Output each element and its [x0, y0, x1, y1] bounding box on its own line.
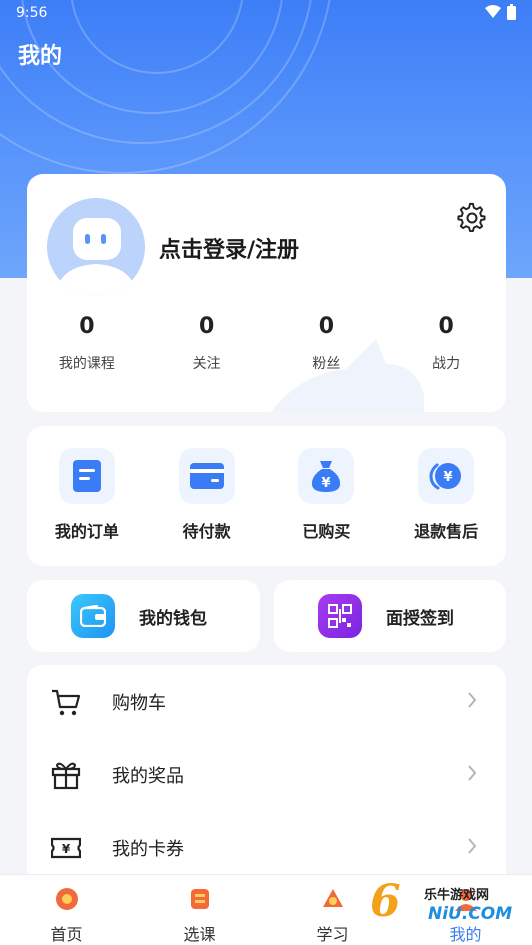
- watermark-domain: NiU.COM: [428, 904, 513, 924]
- stat-value: 0: [198, 314, 215, 339]
- my-orders-button[interactable]: 我的订单: [27, 448, 147, 542]
- coupon-icon: ¥: [51, 837, 81, 859]
- stat-courses[interactable]: 0 我的课程: [27, 314, 147, 373]
- pending-payment-button[interactable]: 待付款: [147, 448, 267, 542]
- svg-text:¥: ¥: [62, 842, 71, 856]
- stat-value: 0: [438, 314, 454, 339]
- profile-card: 点击登录/注册 0 我的课程 0 关注 0 粉丝 0 战力: [27, 174, 506, 412]
- battery-icon: [507, 4, 516, 20]
- stat-fans[interactable]: 0 粉丝: [267, 314, 387, 373]
- refund-icon: ¥: [418, 448, 475, 504]
- wallet-label: 我的钱包: [139, 609, 207, 629]
- profile-stats: 0 我的课程 0 关注 0 粉丝 0 战力: [27, 314, 506, 373]
- page-title: 我的: [18, 44, 63, 69]
- menu-item-cart[interactable]: 购物车: [27, 665, 506, 737]
- checkin-button[interactable]: 面授签到: [274, 580, 506, 652]
- chevron-right-icon: [468, 692, 477, 708]
- order-label: 待付款: [182, 522, 231, 541]
- stat-value: 0: [79, 314, 95, 339]
- home-icon: [55, 888, 78, 910]
- gift-icon: [51, 762, 81, 790]
- purchased-button[interactable]: ¥ 已购买: [267, 448, 387, 542]
- menu-item-coupons[interactable]: ¥ 我的卡券: [27, 811, 506, 883]
- card-icon: [178, 448, 235, 504]
- stat-following[interactable]: 0 关注: [147, 314, 267, 373]
- qr-code-icon: [318, 594, 362, 638]
- stat-label: 粉丝: [312, 356, 341, 372]
- site-watermark: 6 乐牛游戏网 NiU.COM: [370, 874, 513, 938]
- tab-label: 选课: [183, 925, 216, 944]
- menu-item-prizes[interactable]: 我的奖品: [27, 738, 506, 810]
- tab-courses[interactable]: 选课: [133, 875, 266, 945]
- stat-value: 0: [318, 314, 335, 339]
- svg-text:¥: ¥: [444, 470, 453, 485]
- menu-item-label: 我的奖品: [112, 766, 184, 787]
- document-icon: [58, 448, 115, 504]
- settings-gear-icon[interactable]: [456, 202, 488, 234]
- stat-label: 我的课程: [58, 356, 115, 372]
- watermark-site-name: 乐牛游戏网: [424, 888, 490, 903]
- svg-text:¥: ¥: [322, 476, 331, 491]
- chevron-right-icon: [468, 838, 477, 854]
- money-bag-icon: ¥: [298, 448, 355, 504]
- study-icon: [322, 889, 343, 907]
- menu-item-label: 购物车: [112, 693, 166, 714]
- order-label: 已购买: [302, 522, 351, 541]
- tab-label: 首页: [50, 925, 83, 944]
- login-register-link[interactable]: 点击登录/注册: [159, 232, 299, 264]
- cart-icon: [52, 689, 81, 716]
- status-time: 9:56: [16, 5, 48, 21]
- menu-item-label: 我的卡券: [112, 839, 184, 860]
- stat-label: 关注: [192, 356, 221, 372]
- checkin-label: 面授签到: [386, 609, 454, 629]
- tab-home[interactable]: 首页: [0, 875, 133, 945]
- order-label: 我的订单: [54, 522, 119, 541]
- orders-card: 我的订单 待付款 ¥ 已购买 ¥ 退款售后: [27, 426, 506, 566]
- avatar[interactable]: [47, 198, 145, 296]
- order-label: 退款售后: [414, 522, 479, 541]
- status-bar: 9:56: [0, 0, 532, 28]
- wifi-icon: [485, 5, 501, 18]
- robot-avatar-icon: [55, 218, 137, 296]
- watermark-logo: 6: [370, 876, 401, 927]
- stat-label: 战力: [432, 356, 461, 372]
- course-icon: [190, 889, 209, 909]
- refund-button[interactable]: ¥ 退款售后: [386, 448, 506, 542]
- wallet-button[interactable]: 我的钱包: [27, 580, 260, 652]
- chevron-right-icon: [468, 765, 477, 781]
- stat-power[interactable]: 0 战力: [386, 314, 506, 373]
- menu-list: 购物车 我的奖品 ¥ 我的卡券: [27, 665, 506, 885]
- wallet-icon: [71, 594, 115, 638]
